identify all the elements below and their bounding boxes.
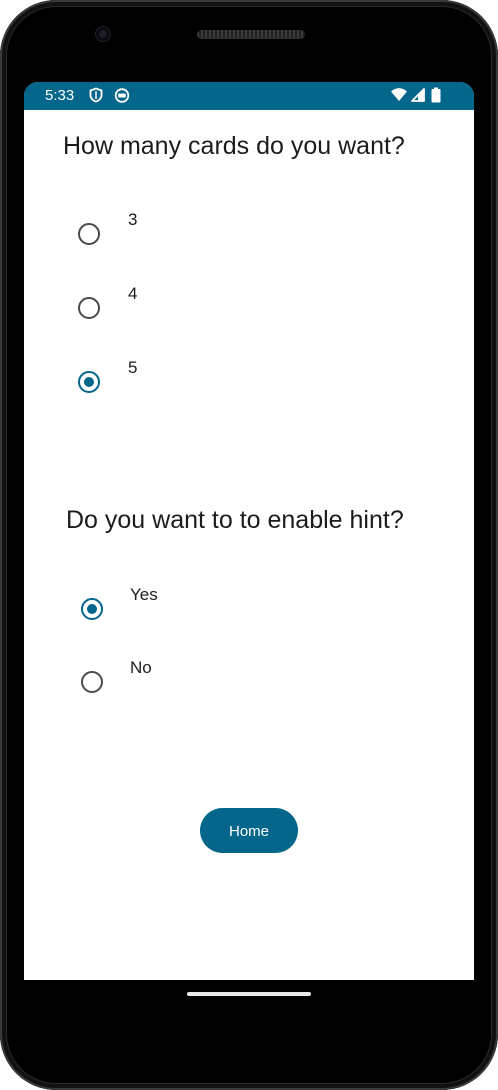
cards-option-5[interactable]: 5 [64, 357, 364, 407]
status-bar: 5:33 [24, 82, 474, 110]
phone-frame: 5:33 How many cards do you want? 3 4 5 D… [0, 0, 498, 1090]
battery-icon [430, 87, 442, 103]
radio-label: 5 [128, 358, 138, 377]
hint-option-no[interactable]: No [67, 657, 367, 707]
radio-label: 3 [128, 210, 138, 229]
cards-option-3[interactable]: 3 [64, 210, 364, 260]
app-screen: 5:33 How many cards do you want? 3 4 5 D… [24, 82, 474, 980]
hint-question-title: Do you want to to enable hint? [66, 506, 404, 534]
hint-option-yes[interactable]: Yes [67, 584, 367, 634]
home-button[interactable]: Home [200, 808, 298, 853]
status-time: 5:33 [45, 87, 75, 104]
radio-button[interactable] [78, 371, 100, 393]
radio-label: No [130, 658, 152, 677]
cards-question-title: How many cards do you want? [63, 132, 405, 160]
wifi-icon [390, 87, 408, 103]
radio-button[interactable] [81, 671, 103, 693]
earpiece-speaker [197, 30, 305, 39]
radio-label: Yes [130, 585, 158, 604]
shield-icon [88, 87, 104, 103]
cards-option-4[interactable]: 4 [64, 283, 364, 333]
radio-button[interactable] [81, 598, 103, 620]
radio-button[interactable] [78, 297, 100, 319]
app-notification-icon [114, 87, 130, 103]
radio-button[interactable] [78, 223, 100, 245]
cell-signal-icon [410, 87, 426, 103]
radio-label: 4 [128, 284, 138, 303]
front-camera [96, 27, 110, 41]
gesture-nav-handle[interactable] [187, 992, 311, 996]
